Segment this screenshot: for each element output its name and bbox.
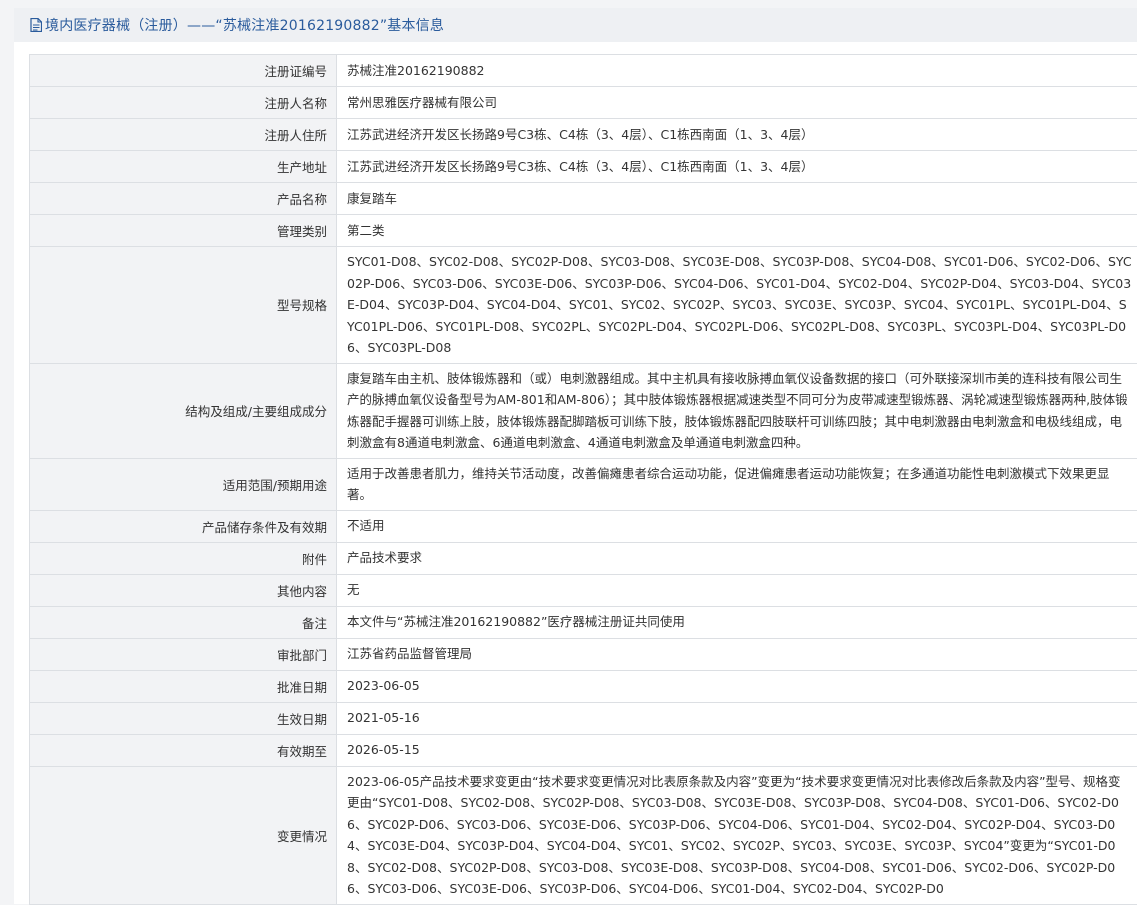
- row-label: 备注: [30, 606, 337, 638]
- row-label: 型号规格: [30, 247, 337, 364]
- table-row: 有效期至 2026-05-15: [30, 734, 1137, 766]
- table-row: 变更情况 2023-06-05产品技术要求变更由“技术要求变更情况对比表原条款及…: [30, 766, 1137, 904]
- table-row: 产品储存条件及有效期 不适用: [30, 510, 1137, 542]
- row-label: 注册人名称: [30, 87, 337, 119]
- table-row: 注册证编号 苏械注准20162190882: [30, 55, 1137, 87]
- row-value: 无: [337, 574, 1137, 606]
- table-row: 管理类别 第二类: [30, 215, 1137, 247]
- table-row: 生效日期 2021-05-16: [30, 702, 1137, 734]
- row-label: 管理类别: [30, 215, 337, 247]
- table-row: 其他内容 无: [30, 574, 1137, 606]
- row-value: 本文件与“苏械注准20162190882”医疗器械注册证共同使用: [337, 606, 1137, 638]
- table-row: 审批部门 江苏省药品监督管理局: [30, 638, 1137, 670]
- table-row: 结构及组成/主要组成成分 康复踏车由主机、肢体锻炼器和（或）电刺激器组成。其中主…: [30, 363, 1137, 458]
- row-label: 有效期至: [30, 734, 337, 766]
- row-label: 附件: [30, 542, 337, 574]
- table-row: 附件 产品技术要求: [30, 542, 1137, 574]
- table-row: 注册人名称 常州思雅医疗器械有限公司: [30, 87, 1137, 119]
- row-label: 生效日期: [30, 702, 337, 734]
- row-label: 变更情况: [30, 766, 337, 904]
- basic-info-table: 注册证编号 苏械注准20162190882 注册人名称 常州思雅医疗器械有限公司…: [29, 54, 1137, 905]
- document-icon: [30, 18, 42, 32]
- row-value: 苏械注准20162190882: [337, 55, 1137, 87]
- row-label: 适用范围/预期用途: [30, 458, 337, 510]
- table-row: 生产地址 江苏武进经济开发区长扬路9号C3栋、C4栋（3、4层）、C1栋西南面（…: [30, 151, 1137, 183]
- table-row: 适用范围/预期用途 适用于改善患者肌力，维持关节活动度，改善偏瘫患者综合运动功能…: [30, 458, 1137, 510]
- row-label: 注册人住所: [30, 119, 337, 151]
- row-label: 批准日期: [30, 670, 337, 702]
- row-value: 江苏省药品监督管理局: [337, 638, 1137, 670]
- row-label: 结构及组成/主要组成成分: [30, 363, 337, 458]
- row-value: 2023-06-05: [337, 670, 1137, 702]
- row-value: 常州思雅医疗器械有限公司: [337, 87, 1137, 119]
- row-value: 2021-05-16: [337, 702, 1137, 734]
- row-label: 其他内容: [30, 574, 337, 606]
- row-label: 产品名称: [30, 183, 337, 215]
- page-header: 境内医疗器械（注册）——“苏械注准20162190882”基本信息: [14, 8, 1137, 43]
- row-label: 生产地址: [30, 151, 337, 183]
- row-value: 适用于改善患者肌力，维持关节活动度，改善偏瘫患者综合运动功能，促进偏瘫患者运动功…: [337, 458, 1137, 510]
- page-title: 境内医疗器械（注册）——“苏械注准20162190882”基本信息: [45, 15, 444, 35]
- table-row: 注册人住所 江苏武进经济开发区长扬路9号C3栋、C4栋（3、4层）、C1栋西南面…: [30, 119, 1137, 151]
- row-value: 第二类: [337, 215, 1137, 247]
- table-row: 备注 本文件与“苏械注准20162190882”医疗器械注册证共同使用: [30, 606, 1137, 638]
- table-row: 批准日期 2023-06-05: [30, 670, 1137, 702]
- row-value: 产品技术要求: [337, 542, 1137, 574]
- detail-panel: 注册证编号 苏械注准20162190882 注册人名称 常州思雅医疗器械有限公司…: [14, 42, 1137, 904]
- row-value: 康复踏车由主机、肢体锻炼器和（或）电刺激器组成。其中主机具有接收脉搏血氧仪设备数…: [337, 363, 1137, 458]
- row-value: 2026-05-15: [337, 734, 1137, 766]
- row-value: SYC01-D08、SYC02-D08、SYC02P-D08、SYC03-D08…: [337, 247, 1137, 364]
- row-value: 康复踏车: [337, 183, 1137, 215]
- row-value: 江苏武进经济开发区长扬路9号C3栋、C4栋（3、4层）、C1栋西南面（1、3、4…: [337, 151, 1137, 183]
- table-row: 产品名称 康复踏车: [30, 183, 1137, 215]
- row-value: 江苏武进经济开发区长扬路9号C3栋、C4栋（3、4层）、C1栋西南面（1、3、4…: [337, 119, 1137, 151]
- row-value: 不适用: [337, 510, 1137, 542]
- row-label: 注册证编号: [30, 55, 337, 87]
- row-label: 审批部门: [30, 638, 337, 670]
- row-label: 产品储存条件及有效期: [30, 510, 337, 542]
- row-value: 2023-06-05产品技术要求变更由“技术要求变更情况对比表原条款及内容”变更…: [337, 766, 1137, 904]
- table-row: 型号规格 SYC01-D08、SYC02-D08、SYC02P-D08、SYC0…: [30, 247, 1137, 364]
